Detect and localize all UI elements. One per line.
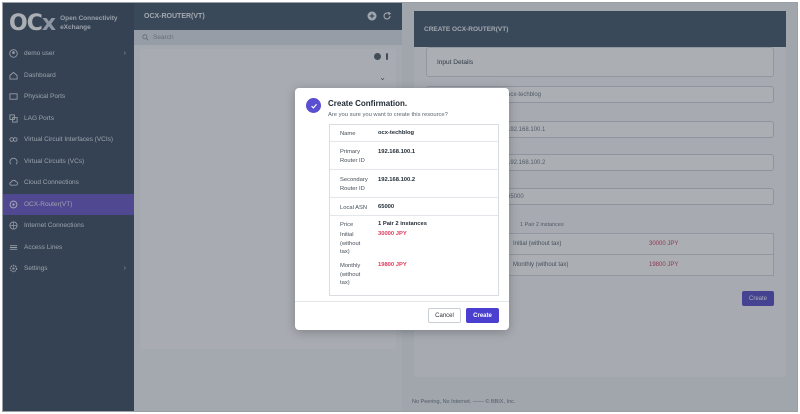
price-monthly-label: Monthly (without tax) [340,263,361,286]
row-key: Primary Router ID [340,149,365,164]
divider [295,301,509,302]
create-confirmation-dialog: Create Confirmation. Are you sure you wa… [295,88,509,330]
row-value: 192.168.100.2 [378,177,416,183]
table-row: Local ASN 65000 [330,198,498,216]
price-monthly-value: 19800 JPY [378,262,407,268]
price-initial-value: 30000 JPY [378,231,407,237]
row-key: Local ASN [340,205,368,211]
confirmation-table: Name ocx-techblog Primary Router ID 192.… [329,124,499,296]
row-key: Secondary Router ID [340,177,368,192]
table-row-price: Price 1 Pair 2 instances Initial (withou… [330,216,498,296]
table-row: Secondary Router ID 192.168.100.2 [330,170,498,198]
price-initial-label: Initial (without tax) [340,232,361,255]
check-icon [306,98,321,113]
row-key: Price [340,222,354,228]
row-value: 1 Pair 2 instances [378,221,427,227]
dialog-title: Create Confirmation. [328,99,408,108]
table-row: Name ocx-techblog [330,125,498,142]
table-row: Primary Router ID 192.168.100.1 [330,142,498,170]
row-value: 65000 [378,204,395,210]
row-value: ocx-techblog [378,130,415,136]
cancel-button[interactable]: Cancel [428,308,461,323]
dialog-subtitle: Are you sure you want to create this res… [328,112,448,118]
app-window: OCx Open Connectivity eXchange demo user … [2,2,798,412]
row-key: Name [340,131,356,137]
row-value: 192.168.100.1 [378,149,416,155]
create-button[interactable]: Create [466,308,499,323]
